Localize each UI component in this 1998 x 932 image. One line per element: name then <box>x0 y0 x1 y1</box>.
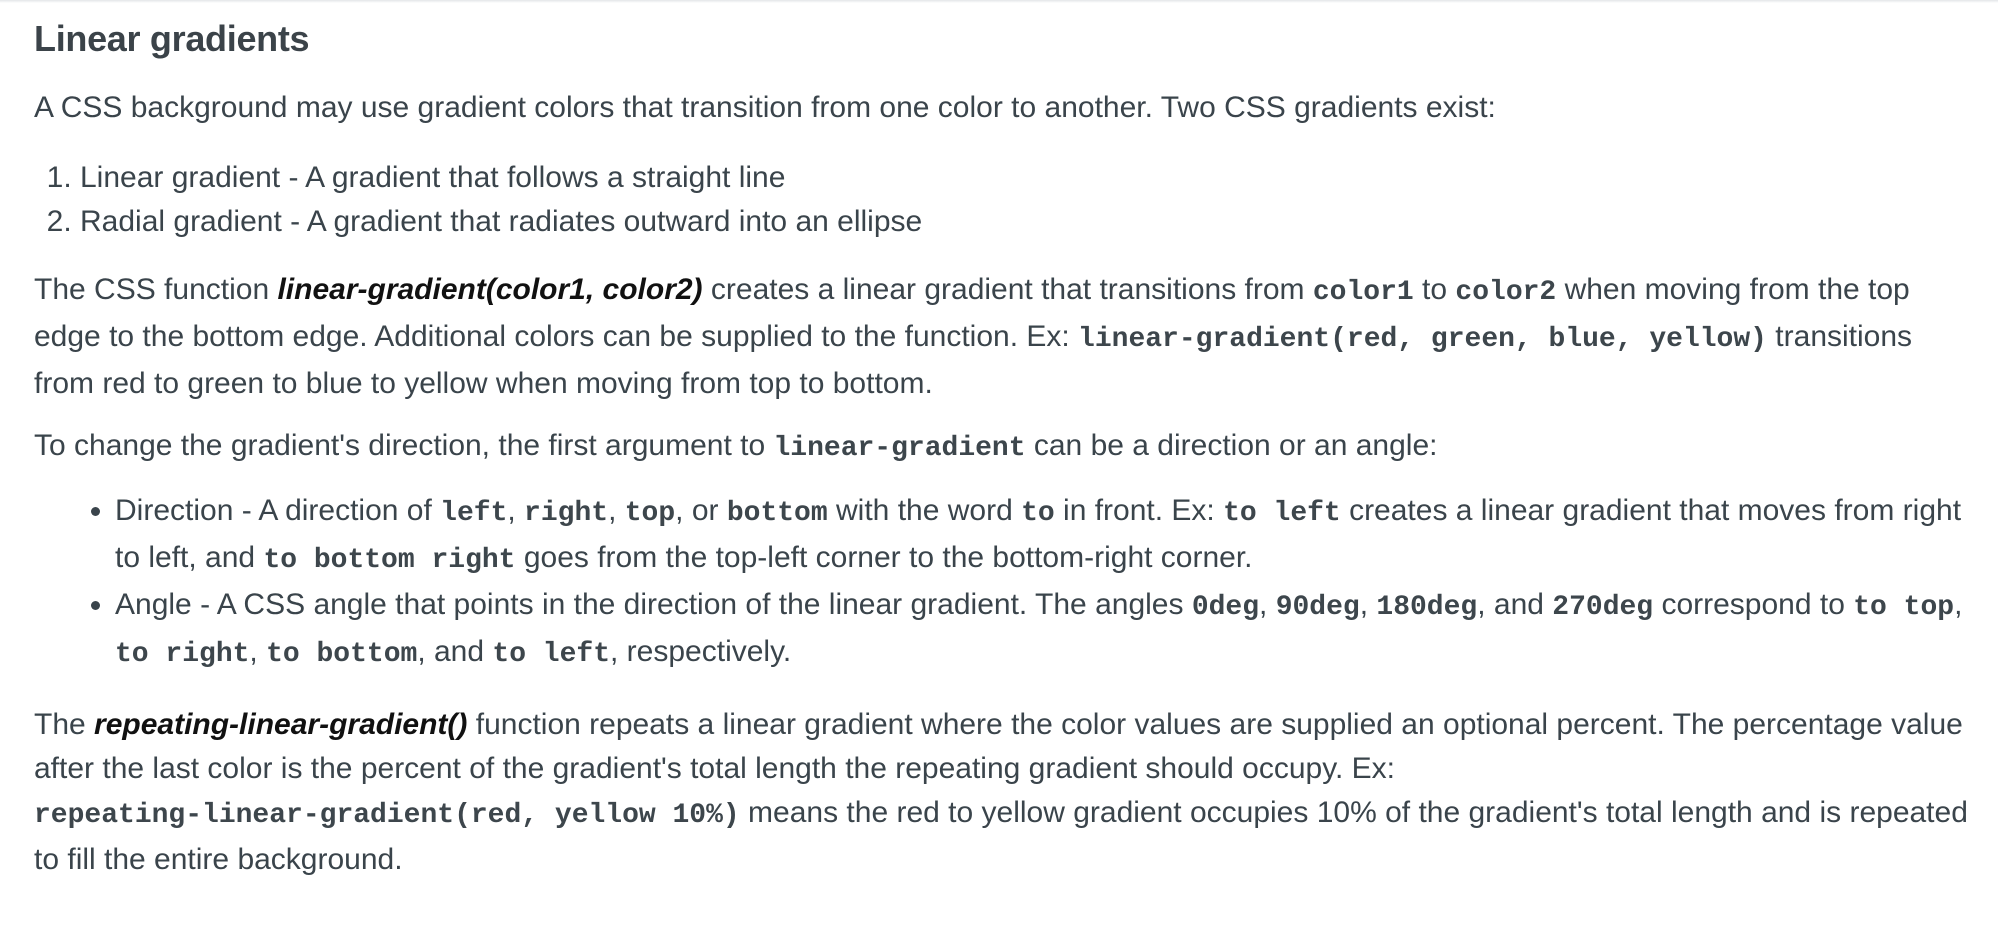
text: to <box>1413 273 1456 306</box>
text: , <box>1954 588 1963 621</box>
code-example-linear-gradient: linear-gradient(red, green, blue, yellow… <box>1078 324 1767 355</box>
function-name-emphasis: repeating-linear-gradient() <box>94 708 468 741</box>
code-to-bottom-right: to bottom right <box>263 545 516 576</box>
repeating-gradient-paragraph: The repeating-linear-gradient() function… <box>34 703 1974 882</box>
code-to-right: to right <box>115 639 250 670</box>
code-left: left <box>440 498 508 529</box>
list-item-radial-gradient: Radial gradient - A gradient that radiat… <box>80 200 1974 244</box>
text: in front. Ex: <box>1054 494 1224 527</box>
code-top: top <box>624 498 676 529</box>
section-heading: Linear gradients <box>34 18 310 59</box>
code-270deg: 270deg <box>1552 592 1654 623</box>
list-item-linear-gradient: Linear gradient - A gradient that follow… <box>80 156 1974 200</box>
code-example-repeating-gradient: repeating-linear-gradient(red, yellow 10… <box>34 800 740 831</box>
text: , or <box>675 494 727 527</box>
text: To change the gradient's direction, the … <box>34 429 774 462</box>
code-bottom: bottom <box>726 498 828 529</box>
code-color2: color2 <box>1455 277 1557 308</box>
text: Angle - A CSS angle that points in the d… <box>115 588 1192 621</box>
text: , respectively. <box>610 635 792 668</box>
text: The CSS function <box>34 273 278 306</box>
list-item-direction: Direction - A direction of left, right , … <box>115 489 1974 583</box>
code-linear-gradient: linear-gradient <box>773 433 1026 464</box>
article-content: Linear gradients A CSS background may us… <box>34 14 1974 900</box>
text: goes from the top-left corner to the bot… <box>515 541 1253 574</box>
code-to-left: to left <box>492 639 611 670</box>
code-to: to <box>1021 498 1055 529</box>
text: , <box>1259 588 1276 621</box>
gradient-types-list: Linear gradient - A gradient that follow… <box>34 156 1974 244</box>
direction-intro-paragraph: To change the gradient's direction, the … <box>34 424 1974 471</box>
code-90deg: 90deg <box>1275 592 1360 623</box>
text: , <box>608 494 625 527</box>
text: , <box>249 635 267 668</box>
text: creates a linear gradient that transitio… <box>702 273 1313 306</box>
function-name-emphasis: linear-gradient(color1, color2) <box>277 273 703 306</box>
list-item-angle: Angle - A CSS angle that points in the d… <box>115 583 1974 677</box>
code-to-top: to top <box>1853 592 1955 623</box>
code-color1: color1 <box>1312 277 1414 308</box>
text: , <box>507 494 525 527</box>
text: can be a direction or an angle: <box>1025 429 1438 462</box>
linear-gradient-function-paragraph: The CSS function linear-gradient(color1,… <box>34 268 1974 406</box>
text: , and <box>417 635 493 668</box>
code-right: right <box>524 498 609 529</box>
direction-angle-list: Direction - A direction of left, right , … <box>34 489 1974 677</box>
code-to-left: to left <box>1223 498 1341 529</box>
text: , and <box>1477 588 1553 621</box>
intro-paragraph: A CSS background may use gradient colors… <box>34 91 1496 124</box>
top-shadow-divider <box>0 0 1998 3</box>
text: with the word <box>827 494 1022 527</box>
text: , <box>1359 588 1377 621</box>
text: Direction - A direction of <box>115 494 441 527</box>
code-0deg: 0deg <box>1191 592 1260 623</box>
code-180deg: 180deg <box>1376 592 1478 623</box>
text: correspond to <box>1653 588 1854 621</box>
text: The <box>34 708 95 741</box>
code-to-bottom: to bottom <box>266 639 418 670</box>
